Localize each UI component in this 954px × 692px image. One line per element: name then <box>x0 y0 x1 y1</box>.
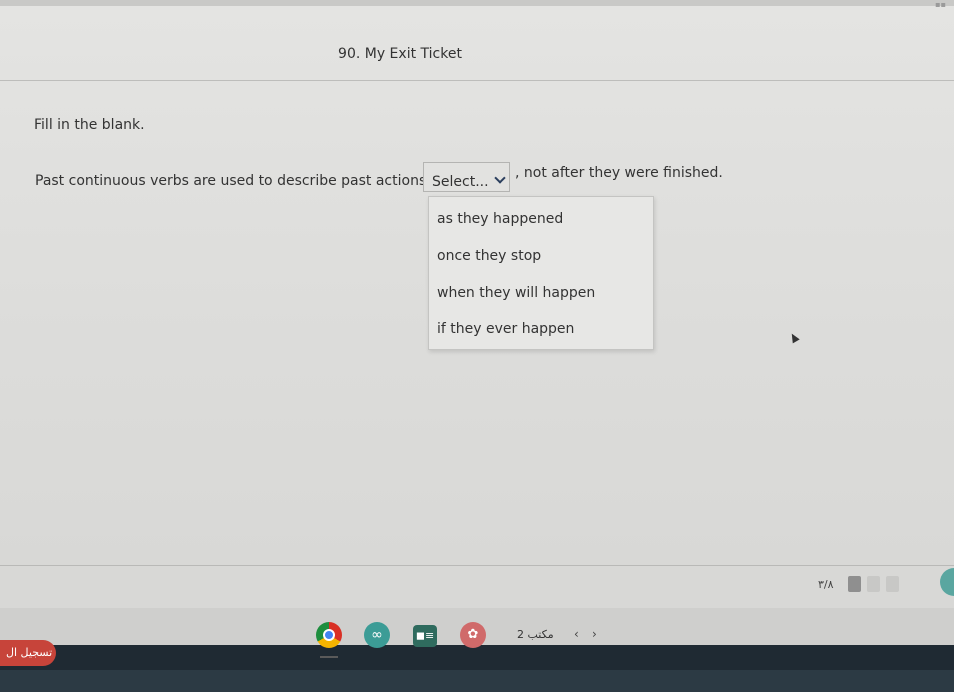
start-label: تسجيل ال <box>6 646 53 659</box>
option-when-they-will-happen[interactable]: when they will happen <box>437 285 595 301</box>
view-button-1[interactable] <box>848 576 861 592</box>
top-edge <box>0 0 954 6</box>
title-divider <box>0 80 954 81</box>
chrome-icon[interactable] <box>316 622 342 648</box>
view-button-3[interactable] <box>886 576 899 592</box>
sentence-before: Past continuous verbs are used to descri… <box>35 173 427 189</box>
instruction-text: Fill in the blank. <box>34 117 145 133</box>
answer-select[interactable]: Select... <box>423 162 510 192</box>
option-once-they-stop[interactable]: once they stop <box>437 248 541 264</box>
page-title: 90. My Exit Ticket <box>338 46 462 62</box>
app-icon-4[interactable]: ✿ <box>460 622 486 648</box>
floating-action-button[interactable] <box>940 568 954 596</box>
app-icon-3[interactable]: ◼≡ <box>413 625 437 647</box>
page-indicator: ٣/٨ <box>818 578 834 591</box>
select-dropdown-menu: as they happened once they stop when the… <box>428 196 654 350</box>
option-if-they-ever-happen[interactable]: if they ever happen <box>437 321 574 337</box>
start-button[interactable]: تسجيل ال <box>0 640 56 666</box>
option-as-they-happened[interactable]: as they happened <box>437 211 563 227</box>
chevron-left-icon[interactable]: ‹ <box>574 627 579 641</box>
select-placeholder: Select... <box>432 174 489 190</box>
mouse-cursor-icon <box>788 331 800 344</box>
chevron-right-icon[interactable]: › <box>592 627 597 641</box>
taskbar-bottom <box>0 670 954 692</box>
active-app-indicator <box>320 656 338 658</box>
office-label[interactable]: 2 مكتب <box>517 628 554 641</box>
tray-icon: ▪▪ <box>935 0 946 9</box>
footer-divider <box>0 565 954 566</box>
app-icon-2[interactable]: ∞ <box>364 622 390 648</box>
screen: ▪▪ 90. My Exit Ticket Fill in the blank.… <box>0 0 954 692</box>
sentence-after: , not after they were finished. <box>515 165 723 181</box>
view-button-2[interactable] <box>867 576 880 592</box>
chevron-down-icon <box>494 172 506 184</box>
